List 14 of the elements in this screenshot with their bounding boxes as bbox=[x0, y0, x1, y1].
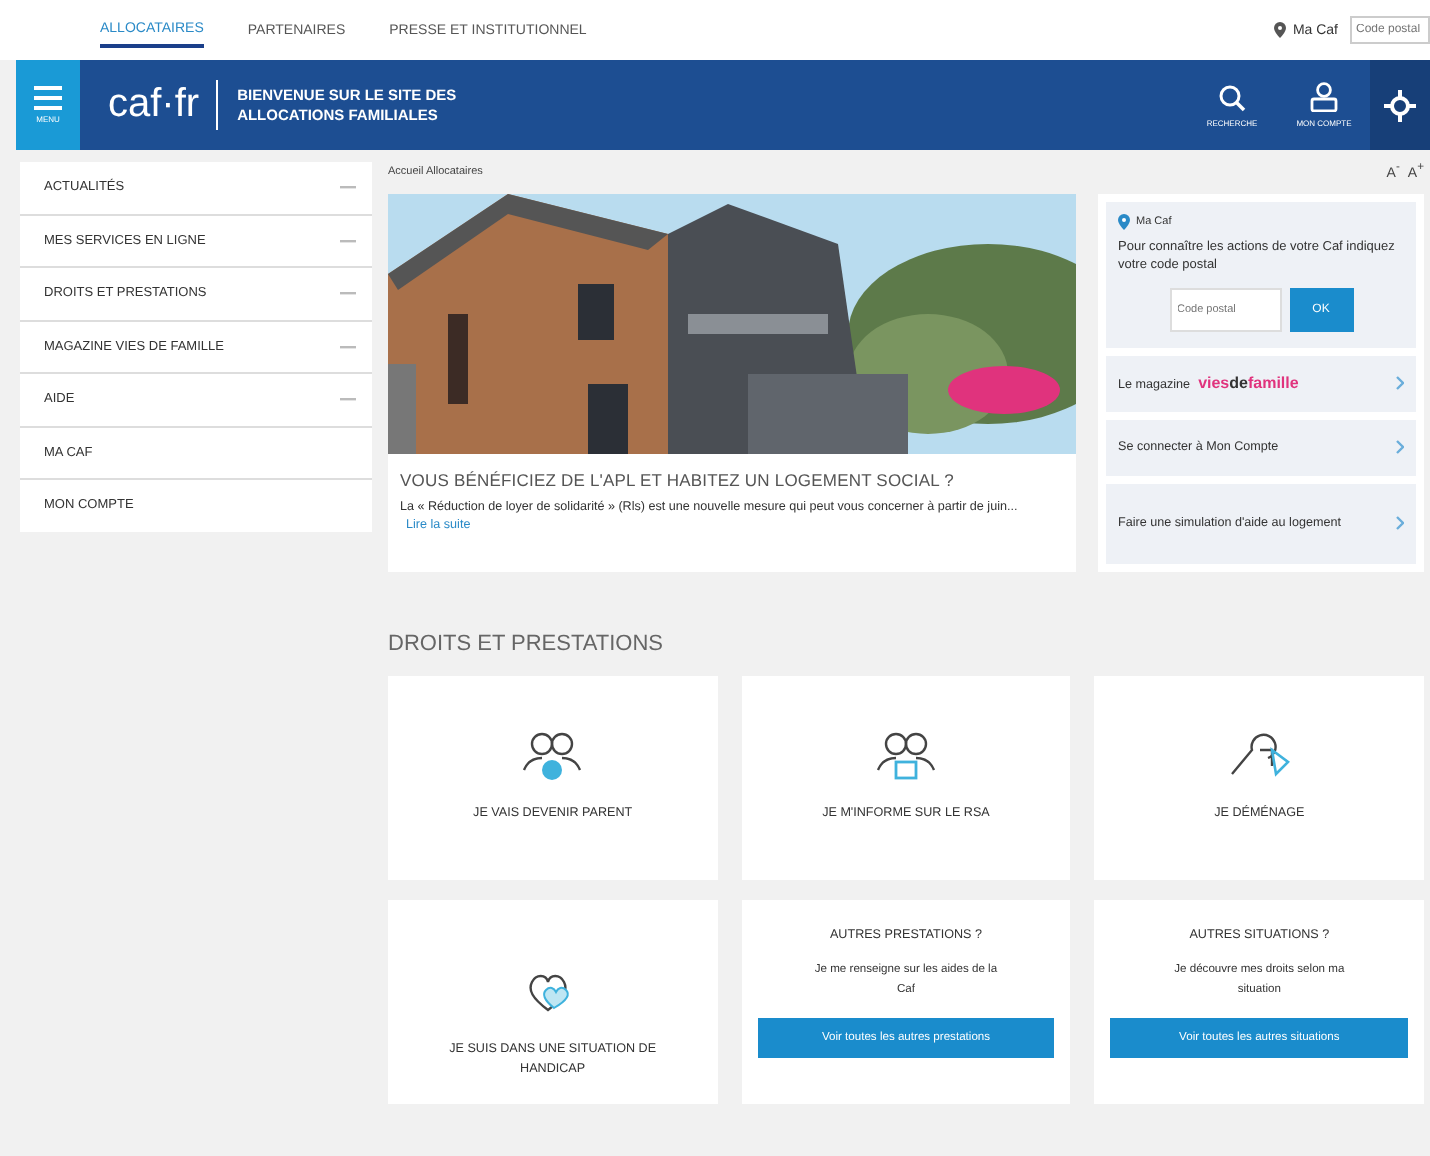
location-pin-icon bbox=[1118, 214, 1130, 230]
chevron-right-icon bbox=[1396, 376, 1404, 391]
location-pin-icon bbox=[1274, 22, 1287, 38]
article-title[interactable]: VOUS BÉNÉFICIEZ DE L'APL ET HABITEZ UN LOGEMENT SOCIAL ? bbox=[400, 470, 1064, 490]
chevron-right-icon bbox=[1396, 440, 1404, 455]
user-icon bbox=[1310, 82, 1338, 112]
site-logo[interactable]: caf·fr bbox=[108, 82, 200, 128]
chevron-right-icon bbox=[1396, 516, 1404, 531]
search-icon bbox=[1218, 83, 1246, 111]
two-people-icon bbox=[875, 729, 936, 782]
section-title: DROITS ET PRESTATIONS bbox=[388, 631, 666, 656]
settings-icon bbox=[1384, 89, 1416, 121]
two-people-icon bbox=[522, 729, 583, 782]
menu-icon bbox=[34, 86, 62, 110]
